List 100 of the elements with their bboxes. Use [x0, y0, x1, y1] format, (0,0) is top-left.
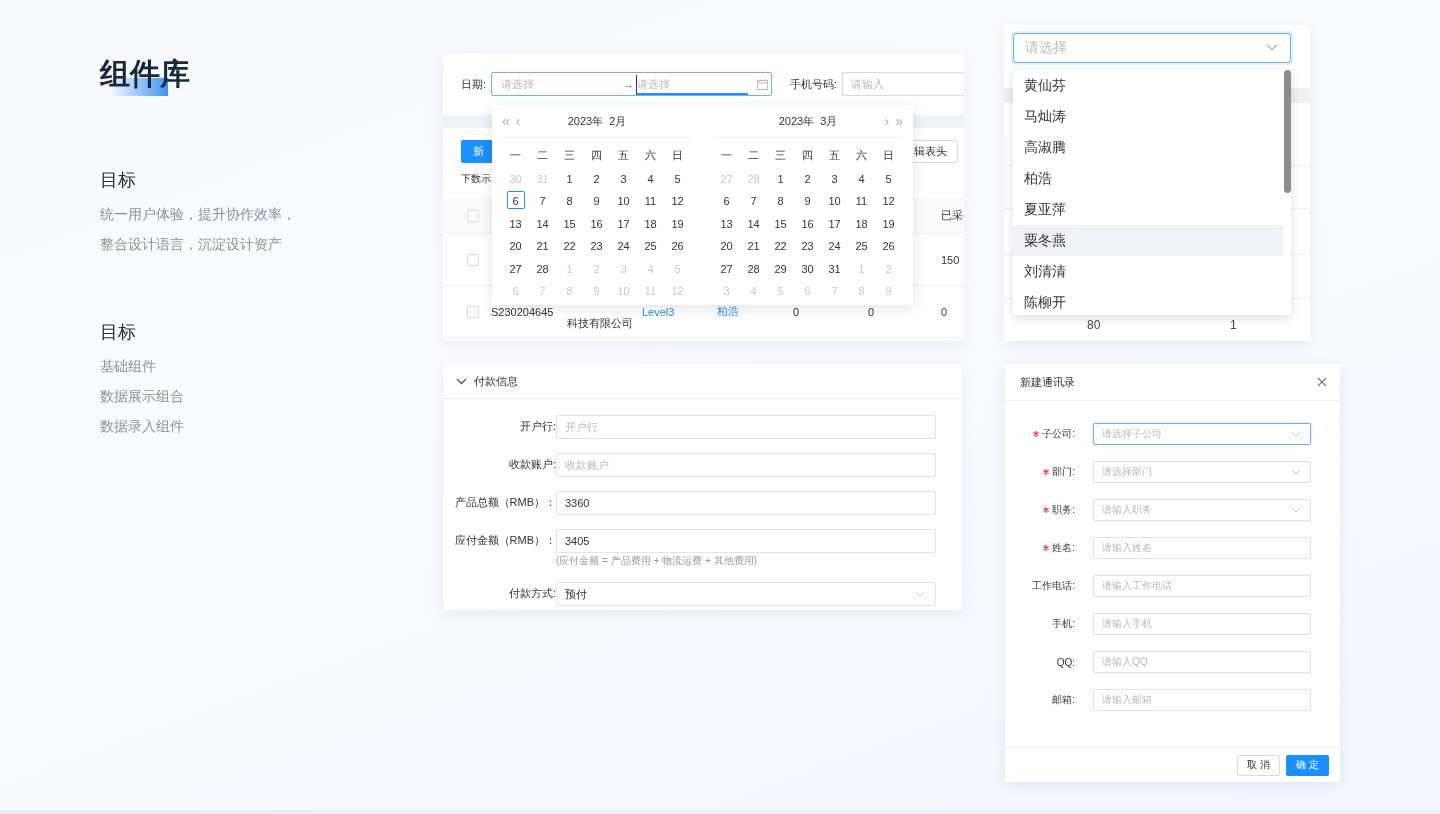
calendar-day[interactable]: 11	[641, 191, 660, 210]
calendar-day[interactable]: 23	[587, 236, 606, 255]
dropdown-option[interactable]: 粟冬燕	[1013, 225, 1283, 256]
chevron-down-icon	[1291, 469, 1301, 475]
weekday-label: 二	[747, 147, 760, 163]
calendar-day[interactable]: 28	[744, 258, 763, 277]
chevron-down-icon	[1291, 431, 1301, 437]
calendar-icon	[757, 78, 769, 90]
calendar-day[interactable]: 20	[506, 236, 525, 255]
calendar-day[interactable]: 21	[533, 236, 552, 255]
calendar-day[interactable]: 24	[614, 236, 633, 255]
calendar-day[interactable]: 9	[798, 191, 817, 210]
month-title: 2023年 3月	[778, 113, 838, 129]
table-cell-text: 0	[868, 305, 876, 318]
calendar-day[interactable]: 2	[587, 168, 606, 187]
weekday-label: 三	[563, 147, 576, 163]
calendar-day[interactable]: 29	[771, 258, 790, 277]
calendar-day[interactable]: 6	[717, 191, 736, 210]
weekday-label: 日	[671, 147, 684, 163]
calendar-day[interactable]: 3	[614, 168, 633, 187]
calendar-day[interactable]: 4	[852, 168, 871, 187]
field-label: 工作电话:	[1032, 579, 1075, 593]
calendar-day[interactable]: 21	[744, 236, 763, 255]
calendar-day[interactable]: 31	[825, 258, 844, 277]
calendar-day[interactable]: 26	[668, 236, 687, 255]
calendar-day[interactable]: 10	[614, 191, 633, 210]
calendar-day[interactable]: 5	[668, 168, 687, 187]
calendar-day[interactable]: 18	[852, 213, 871, 232]
chevron-down-icon	[1291, 507, 1301, 513]
calendar-day[interactable]: 15	[560, 213, 579, 232]
calendar-day[interactable]: 25	[641, 236, 660, 255]
calendar-day[interactable]: 7	[744, 191, 763, 210]
calendar-day[interactable]: 23	[798, 236, 817, 255]
calendar-day[interactable]: 1	[560, 168, 579, 187]
field-hint: (应付金额 = 产品费用 + 物流运费 + 其他费用)	[556, 554, 758, 568]
calendar-day[interactable]: 19	[668, 213, 687, 232]
calendar-day[interactable]: 19	[879, 213, 898, 232]
calendar-day[interactable]: 5	[879, 168, 898, 187]
input-field[interactable]: 3405	[556, 529, 936, 553]
calendar-day[interactable]: 28	[533, 258, 552, 277]
calendar-day[interactable]: 6	[506, 191, 525, 210]
checkbox[interactable]	[467, 253, 479, 266]
section-heading: 目标	[100, 169, 137, 192]
weekday-label: 日	[882, 147, 895, 163]
calendar-day[interactable]: 27	[506, 258, 525, 277]
calendar-day[interactable]: 18	[641, 213, 660, 232]
calendar-day[interactable]: 17	[825, 213, 844, 232]
field-label: 日期:	[461, 76, 487, 92]
calendar-day[interactable]: 16	[587, 213, 606, 232]
dropdown-option[interactable]: 黄仙芬	[1013, 70, 1283, 101]
calendar-day[interactable]: 30	[798, 258, 817, 277]
scrollbar[interactable]	[1284, 70, 1291, 193]
calendar-day[interactable]: 12	[668, 191, 687, 210]
calendar-day[interactable]: 2	[798, 168, 817, 187]
table-caption: 下数示	[461, 172, 491, 186]
calendar-day[interactable]: 14	[533, 213, 552, 232]
calendar-day[interactable]: 12	[879, 191, 898, 210]
calendar-day[interactable]: 1	[771, 168, 790, 187]
checkbox[interactable]	[467, 209, 479, 222]
input-field[interactable]: 3360	[556, 491, 936, 515]
calendar-day[interactable]: 3	[825, 168, 844, 187]
calendar-day[interactable]: 22	[771, 236, 790, 255]
calendar-day[interactable]: 24	[825, 236, 844, 255]
calendar-day[interactable]: 15	[771, 213, 790, 232]
calendar-day[interactable]: 4	[641, 168, 660, 187]
weekday-label: 六	[644, 147, 657, 163]
chevron-down-icon	[915, 591, 925, 597]
section-text: 整合设计语言，沉淀设计资产	[100, 235, 283, 254]
table-cell-text: 0	[941, 305, 949, 318]
field-label: 姓名:	[1052, 541, 1075, 555]
close-icon[interactable]	[1317, 377, 1327, 387]
dropdown-option[interactable]: 陈柳开	[1013, 287, 1283, 315]
checkbox[interactable]	[467, 305, 479, 318]
calendar-day[interactable]: 17	[614, 213, 633, 232]
date-range-field[interactable]: 请选择 → 请选择	[491, 72, 773, 96]
field-label: 付款方式:	[507, 586, 556, 601]
calendar-day[interactable]: 25	[852, 236, 871, 255]
calendar-day[interactable]: 14	[744, 213, 763, 232]
calendar-day[interactable]: 11	[852, 191, 871, 210]
calendar-day[interactable]: 9	[587, 191, 606, 210]
column-header: 已采	[941, 208, 963, 223]
section-text: 数据展示组合	[100, 387, 185, 406]
chevron-down-icon[interactable]	[456, 377, 467, 385]
calendar-day[interactable]: 8	[560, 191, 579, 210]
calendar-day[interactable]: 20	[717, 236, 736, 255]
field-label: 收款账户:	[507, 457, 556, 472]
calendar-day[interactable]: 10	[825, 191, 844, 210]
calendar-day[interactable]: 27	[717, 258, 736, 277]
cancel-button[interactable]: 取 消	[1237, 754, 1280, 776]
table-cell-text: 150	[941, 253, 961, 266]
weekday-label: 二	[536, 147, 549, 163]
calendar-day[interactable]: 22	[560, 236, 579, 255]
calendar-day[interactable]: 8	[771, 191, 790, 210]
select-field[interactable]: 预付	[556, 582, 936, 606]
calendar-day[interactable]: 26	[879, 236, 898, 255]
calendar-day[interactable]: 13	[717, 213, 736, 232]
calendar-day[interactable]: 16	[798, 213, 817, 232]
calendar-day[interactable]: 13	[506, 213, 525, 232]
table-cell-text: 科技有限公司	[567, 316, 634, 331]
calendar-day[interactable]: 7	[533, 191, 552, 210]
